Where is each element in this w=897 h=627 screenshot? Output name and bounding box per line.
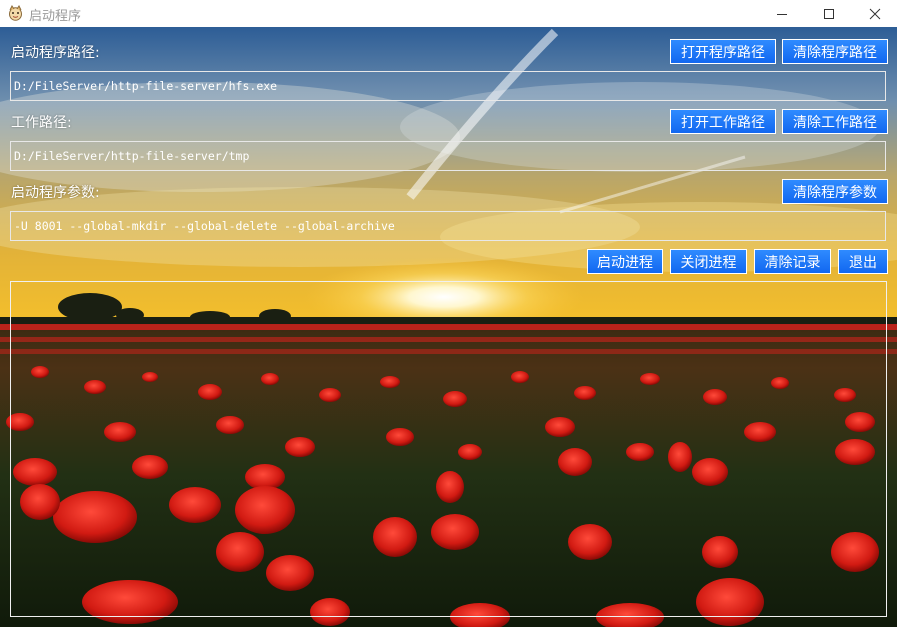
close-button[interactable] (852, 0, 897, 27)
main-panel: 启动程序路径: 打开程序路径 清除程序路径 D:/FileServer/http… (0, 27, 897, 627)
program-path-label: 启动程序路径: (11, 45, 100, 61)
work-path-value: D:/FileServer/http-file-server/tmp (14, 149, 250, 163)
program-path-input[interactable]: D:/FileServer/http-file-server/hfs.exe (10, 71, 886, 101)
stop-process-button[interactable]: 关闭进程 (670, 249, 747, 274)
work-path-input[interactable]: D:/FileServer/http-file-server/tmp (10, 141, 886, 171)
program-path-value: D:/FileServer/http-file-server/hfs.exe (14, 79, 278, 93)
start-process-button[interactable]: 启动进程 (587, 249, 663, 274)
title-bar: 启动程序 (0, 0, 897, 27)
maximize-button[interactable] (806, 0, 852, 27)
maximize-icon (824, 8, 834, 19)
close-icon (869, 8, 881, 19)
params-value: -U 8001 --global-mkdir --global-delete -… (14, 219, 395, 233)
clear-program-path-button[interactable]: 清除程序路径 (782, 39, 888, 64)
window-title: 启动程序 (29, 9, 82, 24)
app-icon (8, 5, 23, 21)
minimize-button[interactable] (759, 0, 805, 27)
work-path-label: 工作路径: (11, 115, 72, 131)
log-output-area[interactable] (10, 281, 887, 617)
clear-params-button[interactable]: 清除程序参数 (782, 179, 888, 204)
params-input[interactable]: -U 8001 --global-mkdir --global-delete -… (10, 211, 886, 241)
exit-button[interactable]: 退出 (838, 249, 888, 274)
open-program-path-button[interactable]: 打开程序路径 (670, 39, 776, 64)
clear-work-path-button[interactable]: 清除工作路径 (782, 109, 888, 134)
clear-log-button[interactable]: 清除记录 (754, 249, 831, 274)
open-work-path-button[interactable]: 打开工作路径 (670, 109, 776, 134)
minimize-icon (777, 13, 787, 15)
params-label: 启动程序参数: (11, 185, 100, 201)
